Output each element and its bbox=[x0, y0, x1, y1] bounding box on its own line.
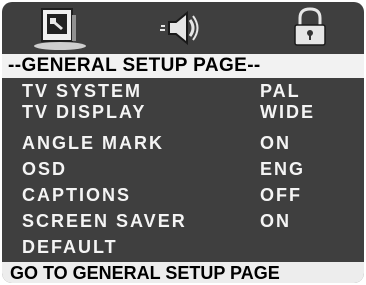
menu-item-screen-saver[interactable]: SCREEN SAVER ON bbox=[2, 209, 364, 233]
menu-item-tv-display[interactable]: TV DISPLAY WIDE bbox=[2, 100, 364, 124]
menu-item-label: OSD bbox=[22, 159, 68, 179]
menu-item-value: ON bbox=[260, 133, 291, 153]
menu-item-value: ON bbox=[260, 211, 291, 231]
menu-item-label: CAPTIONS bbox=[22, 185, 132, 205]
menu-item-value: OFF bbox=[260, 185, 302, 205]
page-title: --GENERAL SETUP PAGE-- bbox=[2, 54, 364, 78]
menu-item-label: DEFAULT bbox=[22, 237, 118, 257]
tab-audio-setup[interactable] bbox=[151, 5, 211, 51]
status-bar: GO TO GENERAL SETUP PAGE bbox=[2, 262, 364, 283]
tab-preference[interactable] bbox=[280, 5, 340, 51]
menu-item-default[interactable]: DEFAULT bbox=[2, 235, 364, 259]
menu-item-captions[interactable]: CAPTIONS OFF bbox=[2, 183, 364, 207]
monitor-icon bbox=[34, 8, 86, 50]
menu-item-label: ANGLE MARK bbox=[22, 133, 164, 153]
menu-item-value: WIDE bbox=[260, 102, 315, 122]
setup-menu-screen: --GENERAL SETUP PAGE-- TV SYSTEM PAL TV … bbox=[2, 2, 364, 283]
menu-item-osd[interactable]: OSD ENG bbox=[2, 157, 364, 181]
menu-item-value: ENG bbox=[260, 159, 306, 179]
speaker-icon bbox=[160, 10, 199, 46]
menu-item-angle-mark[interactable]: ANGLE MARK ON bbox=[2, 131, 364, 155]
menu-item-label: SCREEN SAVER bbox=[22, 211, 187, 231]
tab-bar bbox=[2, 2, 364, 54]
lock-icon bbox=[294, 7, 326, 46]
tab-general-setup[interactable] bbox=[30, 5, 90, 51]
menu-item-label: TV DISPLAY bbox=[22, 102, 147, 122]
